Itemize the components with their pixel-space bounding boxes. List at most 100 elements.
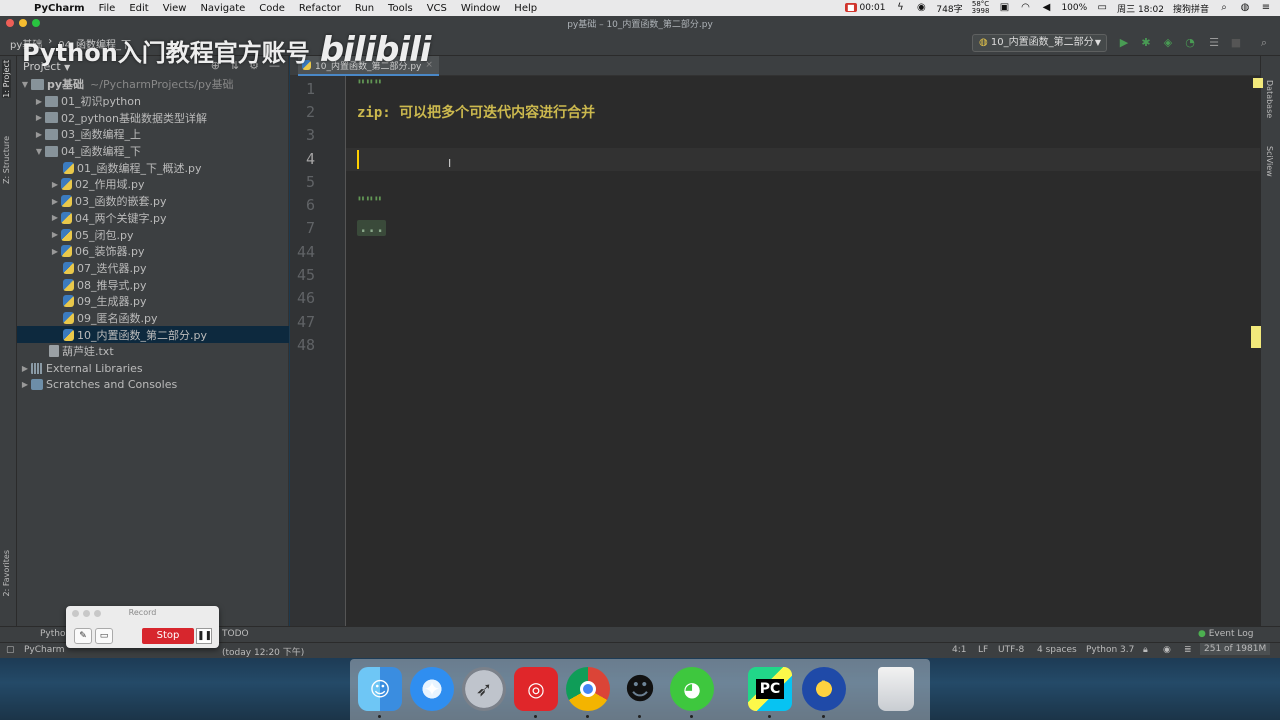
indent-setting[interactable]: 4 spaces (1037, 645, 1077, 655)
tree-folder[interactable]: ▶ 02_python基础数据类型详解 (17, 109, 289, 126)
pycharm-icon[interactable]: PC (748, 667, 792, 711)
tree-file[interactable]: 08_推导式.py (17, 276, 289, 293)
menu-vcs[interactable]: VCS (427, 3, 447, 14)
finder-icon[interactable]: ☺ (358, 667, 402, 711)
chevron-right-icon[interactable]: ▶ (33, 97, 45, 106)
tree-file[interactable]: 09_匿名函数.py (17, 310, 289, 327)
tree-file[interactable]: 07_迭代器.py (17, 260, 289, 277)
caret-position[interactable]: 4:1 (952, 645, 966, 655)
menu-help[interactable]: Help (514, 3, 537, 14)
pen-icon[interactable]: ✎ (74, 628, 92, 644)
notification-center-icon[interactable]: ≡ (1260, 3, 1272, 13)
debug-icon[interactable]: ✱ (1140, 37, 1152, 49)
folded-code-placeholder[interactable]: ... (357, 220, 387, 236)
run-config-dropdown[interactable]: ◍ 10_内置函数_第二部分 ▼ (972, 34, 1107, 52)
siri-icon[interactable]: ◍ (1239, 3, 1251, 13)
recording-indicator[interactable]: ■ 00:01 (845, 3, 885, 13)
chevron-down-icon[interactable]: ▼ (19, 80, 31, 89)
tab-python-console[interactable]: Pytho (40, 629, 66, 639)
launchpad-icon[interactable]: ➶ (462, 667, 506, 711)
chevron-down-icon[interactable]: ▼ (33, 147, 45, 156)
wechat-tray-icon[interactable]: ◉ (915, 3, 927, 13)
trash-icon[interactable] (878, 667, 914, 711)
chevron-right-icon[interactable]: ▶ (49, 230, 61, 239)
menu-code[interactable]: Code (259, 3, 285, 14)
tree-file-selected[interactable]: 10_内置函数_第二部分.py (17, 326, 289, 343)
tree-external-libraries[interactable]: ▶ External Libraries (17, 360, 289, 377)
stop-run-icon[interactable]: ■ (1230, 37, 1242, 49)
tree-file[interactable]: ▶ 03_函数的嵌套.py (17, 193, 289, 210)
close-window-button[interactable] (6, 19, 14, 27)
toggle-tool-windows-icon[interactable]: ▢ (6, 645, 15, 655)
search-icon[interactable]: ⌕ (1218, 3, 1230, 13)
chevron-right-icon[interactable]: ▶ (49, 180, 61, 189)
zoom-window-button[interactable] (32, 19, 40, 27)
tree-folder[interactable]: ▼ 04_函数编程_下 (17, 143, 289, 160)
menu-window[interactable]: Window (461, 3, 500, 14)
tree-file[interactable]: ▶ 05_闭包.py (17, 226, 289, 243)
safari-icon[interactable]: ✦ (410, 667, 454, 711)
tree-file[interactable]: ▶ 04_两个关键字.py (17, 210, 289, 227)
tab-structure[interactable]: Z: Structure (2, 136, 11, 184)
cpu-temp[interactable]: 58°C 3998 (972, 1, 990, 15)
run-icon[interactable]: ▶ (1118, 37, 1130, 49)
tree-file[interactable]: ▶ 06_装饰器.py (17, 243, 289, 260)
tab-database[interactable]: Database (1265, 80, 1274, 118)
profile-icon[interactable]: ◔ (1184, 37, 1196, 49)
chevron-right-icon[interactable]: ▶ (19, 364, 31, 373)
screen-icon[interactable]: ▭ (95, 628, 113, 644)
wifi-icon[interactable]: ◠ (1019, 3, 1031, 13)
menu-app-name[interactable]: PyCharm (34, 3, 85, 14)
inspector-icon[interactable]: ◉ (1163, 645, 1171, 655)
scroll-marker[interactable] (1251, 326, 1261, 348)
photo-icon[interactable]: ▣ (998, 3, 1010, 13)
tab-todo[interactable]: TODO (222, 629, 249, 639)
tree-file[interactable]: 09_生成器.py (17, 293, 289, 310)
menu-tools[interactable]: Tools (388, 3, 413, 14)
chevron-right-icon[interactable]: ▶ (49, 197, 61, 206)
code-editor[interactable]: 10_内置函数_第二部分.py × 1 2 3 4 5 6 7 44 45 46… (290, 56, 1260, 642)
git-icon[interactable]: ≣ (1184, 645, 1192, 655)
lock-icon[interactable]: 🔒︎ (1143, 645, 1148, 655)
tree-file[interactable]: ▶ 02_作用域.py (17, 176, 289, 193)
menu-view[interactable]: View (163, 3, 187, 14)
battery-percent[interactable]: 100% (1061, 3, 1087, 13)
tree-folder[interactable]: ▶ 03_函数编程_上 (17, 126, 289, 143)
qq-icon[interactable]: ☻ (618, 667, 662, 711)
bolt-icon[interactable]: ϟ (894, 3, 906, 13)
coverage-icon[interactable]: ◈ (1162, 37, 1174, 49)
inspection-ok-marker[interactable] (1253, 78, 1263, 88)
menu-navigate[interactable]: Navigate (200, 3, 245, 14)
menu-file[interactable]: File (99, 3, 116, 14)
minimize-window-button[interactable] (19, 19, 27, 27)
tree-root[interactable]: ▼ py基础 ~/PycharmProjects/py基础 (17, 76, 289, 93)
tree-folder[interactable]: ▶ 01_初识python (17, 93, 289, 110)
tree-file[interactable]: 01_函数编程_下_概述.py (17, 159, 289, 176)
chevron-right-icon[interactable]: ▶ (19, 380, 31, 389)
volume-icon[interactable]: ◀ (1040, 3, 1052, 13)
tree-file[interactable]: 葫芦娃.txt (17, 343, 289, 360)
file-encoding[interactable]: UTF-8 (998, 645, 1024, 655)
netease-music-icon[interactable]: ◎ (514, 667, 558, 711)
chevron-right-icon[interactable]: ▶ (49, 213, 61, 222)
chevron-right-icon[interactable]: ▶ (49, 247, 61, 256)
tab-project[interactable]: 1: Project (2, 60, 11, 98)
chrome-icon[interactable] (566, 667, 610, 711)
interpreter[interactable]: Python 3.7 (1086, 645, 1134, 655)
tab-sciview[interactable]: SciView (1265, 146, 1274, 177)
tab-favorites[interactable]: 2: Favorites (2, 550, 11, 596)
tab-event-log[interactable]: ● Event Log (1198, 629, 1253, 639)
datetime[interactable]: 周三 18:02 (1117, 2, 1164, 15)
ime-indicator[interactable]: 搜狗拼音 (1173, 2, 1209, 15)
menu-edit[interactable]: Edit (129, 3, 148, 14)
search-everywhere-icon[interactable]: ⌕ (1258, 37, 1270, 49)
pause-icon[interactable]: ❚❚ (196, 628, 212, 644)
tree-scratches[interactable]: ▶ Scratches and Consoles (17, 376, 289, 393)
chevron-right-icon[interactable]: ▶ (33, 113, 45, 122)
stop-button[interactable]: Stop (142, 628, 194, 644)
line-separator[interactable]: LF (978, 645, 988, 655)
memory-indicator[interactable]: 251 of 1981M (1200, 643, 1271, 655)
wechat-icon[interactable]: ◕ (670, 667, 714, 711)
build-icon[interactable]: ☰ (1208, 37, 1220, 49)
reeder-icon[interactable]: ϟ (802, 667, 846, 711)
